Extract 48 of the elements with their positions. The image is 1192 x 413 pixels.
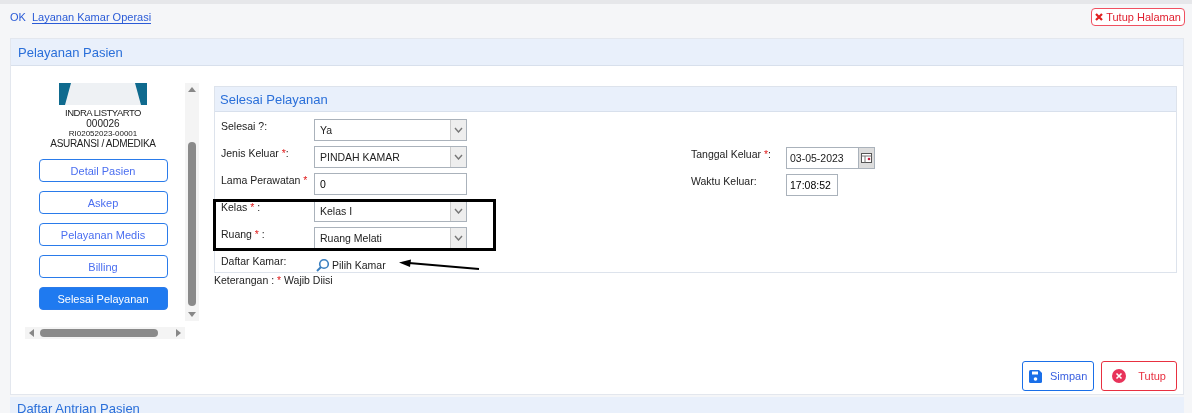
- form-title: Selesai Pelayanan: [220, 91, 328, 107]
- dropdown-caret-icon: [454, 126, 463, 133]
- field-label: Kelas * :: [221, 200, 262, 213]
- field-label: Waktu Keluar:: [691, 174, 758, 187]
- patient-name: INDRA LISTYARTO: [65, 107, 141, 118]
- dropdown-caret-icon: [454, 153, 463, 160]
- scroll-left-icon[interactable]: [28, 329, 34, 337]
- pick-room-link[interactable]: Pilih Kamar: [316, 257, 386, 272]
- input-field[interactable]: 0: [314, 172, 467, 195]
- field-label: Tanggal Keluar *:: [691, 147, 772, 160]
- breadcrumb-prefix: OK: [10, 11, 26, 23]
- dropdown-caret-icon: [454, 234, 463, 241]
- breadcrumb-link[interactable]: Layanan Kamar Operasi: [31, 10, 152, 24]
- date-field[interactable]: 03-05-2023: [786, 146, 875, 169]
- scroll-right-icon[interactable]: [176, 329, 182, 337]
- menu-button[interactable]: Askep: [38, 191, 168, 214]
- patient-number: 000026: [86, 118, 120, 129]
- panel-title: Daftar Antrian Pasien: [17, 401, 140, 413]
- panel-title: Pelayanan Pasien: [18, 44, 123, 60]
- scroll-up-icon[interactable]: [188, 86, 196, 92]
- menu-button[interactable]: Pelayanan Medis: [38, 223, 168, 246]
- field-label: Daftar Kamar:: [221, 254, 288, 267]
- save-icon: [1028, 369, 1042, 383]
- save-button[interactable]: Simpan: [1021, 361, 1095, 391]
- select-field[interactable]: Ya: [314, 118, 467, 141]
- field-label: Selesai ?:: [221, 119, 269, 132]
- close-button[interactable]: Tutup: [1101, 361, 1177, 391]
- registration-number: RI02052023-00001: [68, 129, 138, 138]
- payer-name: ASURANSI / ADMEDIKA: [50, 138, 156, 149]
- calendar-icon: [861, 152, 872, 163]
- close-icon: [1095, 13, 1104, 21]
- field-label: Jenis Keluar *:: [221, 146, 290, 159]
- required-note: Keterangan : * Wajib Diisi: [214, 274, 334, 286]
- menu-button[interactable]: Detail Pasien: [38, 159, 168, 182]
- close-icon: [1112, 369, 1127, 383]
- menu-button[interactable]: Selesai Pelayanan: [38, 287, 168, 310]
- dropdown-caret-icon: [454, 207, 463, 214]
- search-icon: [316, 257, 330, 272]
- select-field[interactable]: Ruang Melati: [314, 226, 467, 249]
- select-field[interactable]: PINDAH KAMAR: [314, 145, 467, 168]
- close-page-button[interactable]: Tutup Halaman: [1091, 8, 1185, 26]
- time-field[interactable]: 17:08:52: [786, 173, 838, 196]
- horizontal-scrollbar[interactable]: [25, 327, 185, 339]
- menu-button[interactable]: Billing: [38, 255, 168, 278]
- vertical-scrollbar[interactable]: [185, 83, 199, 321]
- field-label: Lama Perawatan *: [221, 173, 309, 186]
- scroll-down-icon[interactable]: [188, 312, 196, 318]
- field-label: Ruang * :: [221, 227, 266, 240]
